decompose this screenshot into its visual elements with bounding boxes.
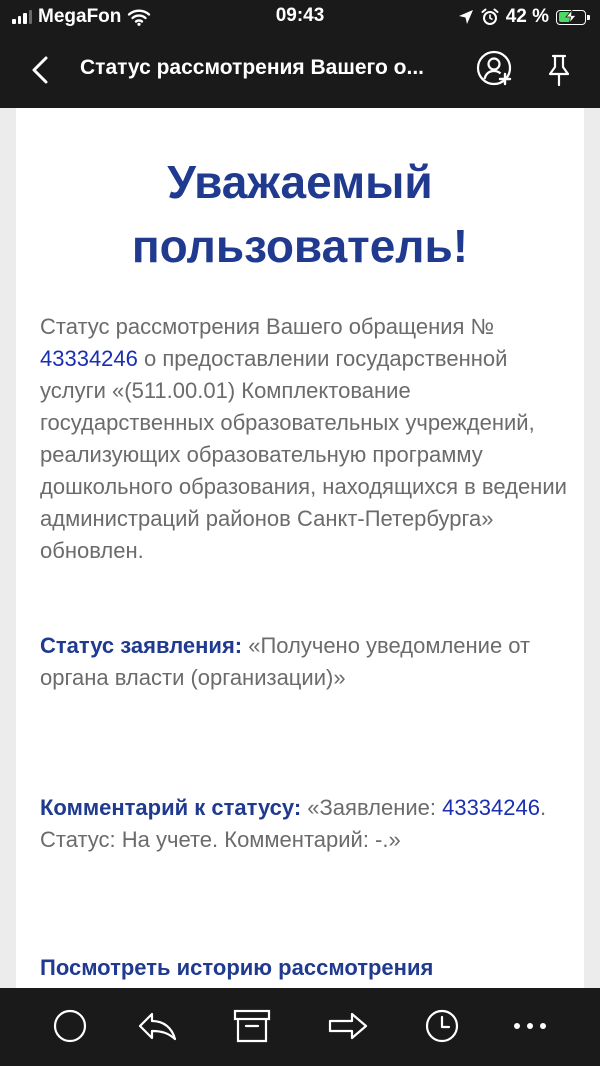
view-history-link[interactable]: Посмотреть историю рассмотрения	[40, 952, 433, 984]
comment-label: Комментарий к статусу:	[40, 795, 302, 820]
add-contact-icon	[476, 50, 512, 86]
back-button[interactable]	[22, 50, 62, 90]
status-right: 42 %	[458, 6, 590, 28]
mark-unread-button[interactable]	[48, 1006, 92, 1046]
message-subject: Статус рассмотрения Вашего о...	[80, 56, 424, 79]
battery-icon	[556, 9, 590, 25]
add-contact-button[interactable]	[474, 48, 516, 90]
navigation-bar: Статус рассмотрения Вашего о...	[0, 34, 600, 108]
reply-icon	[138, 1012, 177, 1041]
snooze-button[interactable]	[420, 1006, 464, 1046]
greeting-line-1: Уважаемый	[167, 156, 433, 208]
charging-bolt-icon	[565, 10, 577, 23]
intro-text-start: Статус рассмотрения Вашего обращения №	[40, 314, 495, 339]
application-status: Статус заявления: «Получено уведомление …	[40, 630, 568, 694]
status-bar: MegaFon 09:43 42 %	[0, 0, 600, 34]
intro-paragraph: Статус рассмотрения Вашего обращения № 4…	[40, 311, 568, 567]
forward-button[interactable]	[326, 1006, 370, 1046]
greeting-heading: Уважаемый пользователь!	[16, 150, 584, 278]
request-number-link[interactable]: 43334246	[40, 346, 138, 371]
more-button[interactable]	[508, 1006, 552, 1046]
pin-button[interactable]	[540, 50, 578, 90]
more-icon	[514, 1023, 546, 1029]
comment-number-link[interactable]: 43334246	[442, 795, 540, 820]
status-label: Статус заявления:	[40, 633, 243, 658]
clock-icon	[425, 1009, 459, 1043]
archive-button[interactable]	[230, 1006, 274, 1046]
reply-button[interactable]	[136, 1006, 180, 1046]
greeting-line-2: пользователь!	[131, 220, 469, 272]
email-card: Уважаемый пользователь! Статус рассмотре…	[16, 108, 584, 988]
intro-text-end: о предоставлении государственной услуги …	[40, 346, 567, 563]
location-icon	[458, 10, 473, 24]
pin-icon	[548, 54, 570, 87]
chevron-left-icon	[32, 56, 48, 84]
message-body[interactable]: Уважаемый пользователь! Статус рассмотре…	[0, 108, 600, 988]
bottom-toolbar	[0, 988, 600, 1066]
status-comment: Комментарий к статусу: «Заявление: 43334…	[40, 792, 568, 856]
forward-icon	[328, 1012, 368, 1040]
comment-text-start: «Заявление:	[301, 795, 443, 820]
alarm-icon	[481, 8, 499, 25]
battery-percent: 42 %	[505, 6, 549, 27]
archive-icon	[233, 1009, 271, 1043]
circle-icon	[53, 1009, 87, 1043]
